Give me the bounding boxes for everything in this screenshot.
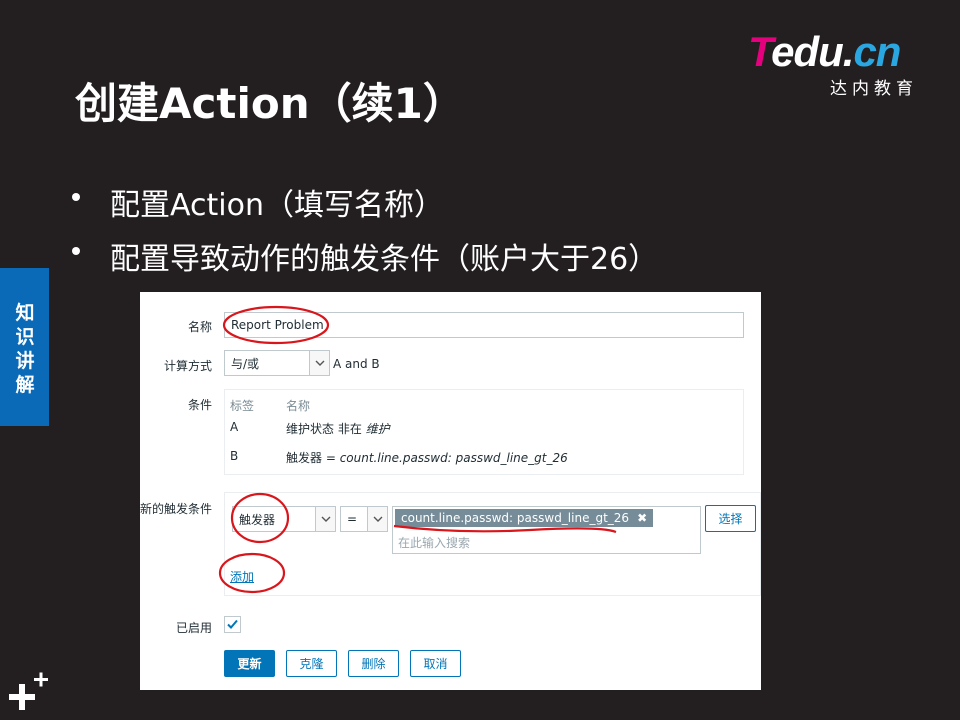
chevron-down-icon: [367, 507, 387, 531]
tedu-logo: Tedu.cn 达内教育: [748, 28, 938, 99]
chevron-down-icon: [309, 351, 329, 375]
enabled-checkbox[interactable]: [224, 616, 241, 633]
trigger-search-placeholder[interactable]: 在此输入搜索: [398, 534, 470, 551]
clone-button[interactable]: 克隆: [286, 650, 337, 677]
zabbix-action-form: 名称 Report Problem 计算方式 与/或 A and B 条件 标签…: [140, 292, 761, 690]
conditions-label: 条件: [187, 398, 212, 412]
side-tab-knowledge: 知 识 讲 解: [0, 268, 49, 426]
update-button[interactable]: 更新: [224, 650, 275, 677]
delete-button[interactable]: 删除: [348, 650, 399, 677]
plus-plus-icon: [9, 672, 48, 710]
selected-trigger-chip[interactable]: count.line.passwd: passwd_line_gt_26 ✖: [395, 509, 654, 527]
logo-wordmark: Tedu.cn: [748, 28, 901, 75]
cancel-button[interactable]: 取消: [410, 650, 461, 677]
condition-tag: A: [230, 420, 239, 434]
add-link[interactable]: 添加: [230, 568, 254, 585]
conditions-header-name: 名称: [286, 399, 311, 413]
checkmark-icon: [227, 619, 238, 629]
condition-type-select[interactable]: 触发器: [232, 506, 336, 532]
name-label: 名称: [187, 320, 212, 334]
condition-name: 维护状态 非在 维护: [286, 422, 390, 436]
condition-name: 触发器 = count.line.passwd: passwd_line_gt_…: [286, 451, 568, 465]
name-input[interactable]: Report Problem: [224, 312, 744, 338]
bullet-dot-icon: [72, 247, 80, 255]
new-condition-label: 新的触发条件: [140, 502, 213, 516]
select-button[interactable]: 选择: [705, 505, 756, 532]
condition-operator-select[interactable]: =: [340, 506, 388, 532]
bullet-dot-icon: [72, 193, 80, 201]
remove-x-icon[interactable]: ✖: [637, 511, 647, 525]
calc-label: 计算方式: [163, 359, 212, 373]
enabled-label: 已启用: [175, 621, 212, 635]
slide-title: 创建Action（续1）: [75, 79, 465, 128]
chevron-down-icon: [315, 507, 335, 531]
conditions-header-tag: 标签: [230, 399, 255, 413]
calc-expression: A and B: [333, 357, 380, 371]
calc-select[interactable]: 与/或: [224, 350, 330, 376]
condition-tag: B: [230, 449, 239, 463]
logo-subtitle: 达内教育: [830, 79, 918, 99]
